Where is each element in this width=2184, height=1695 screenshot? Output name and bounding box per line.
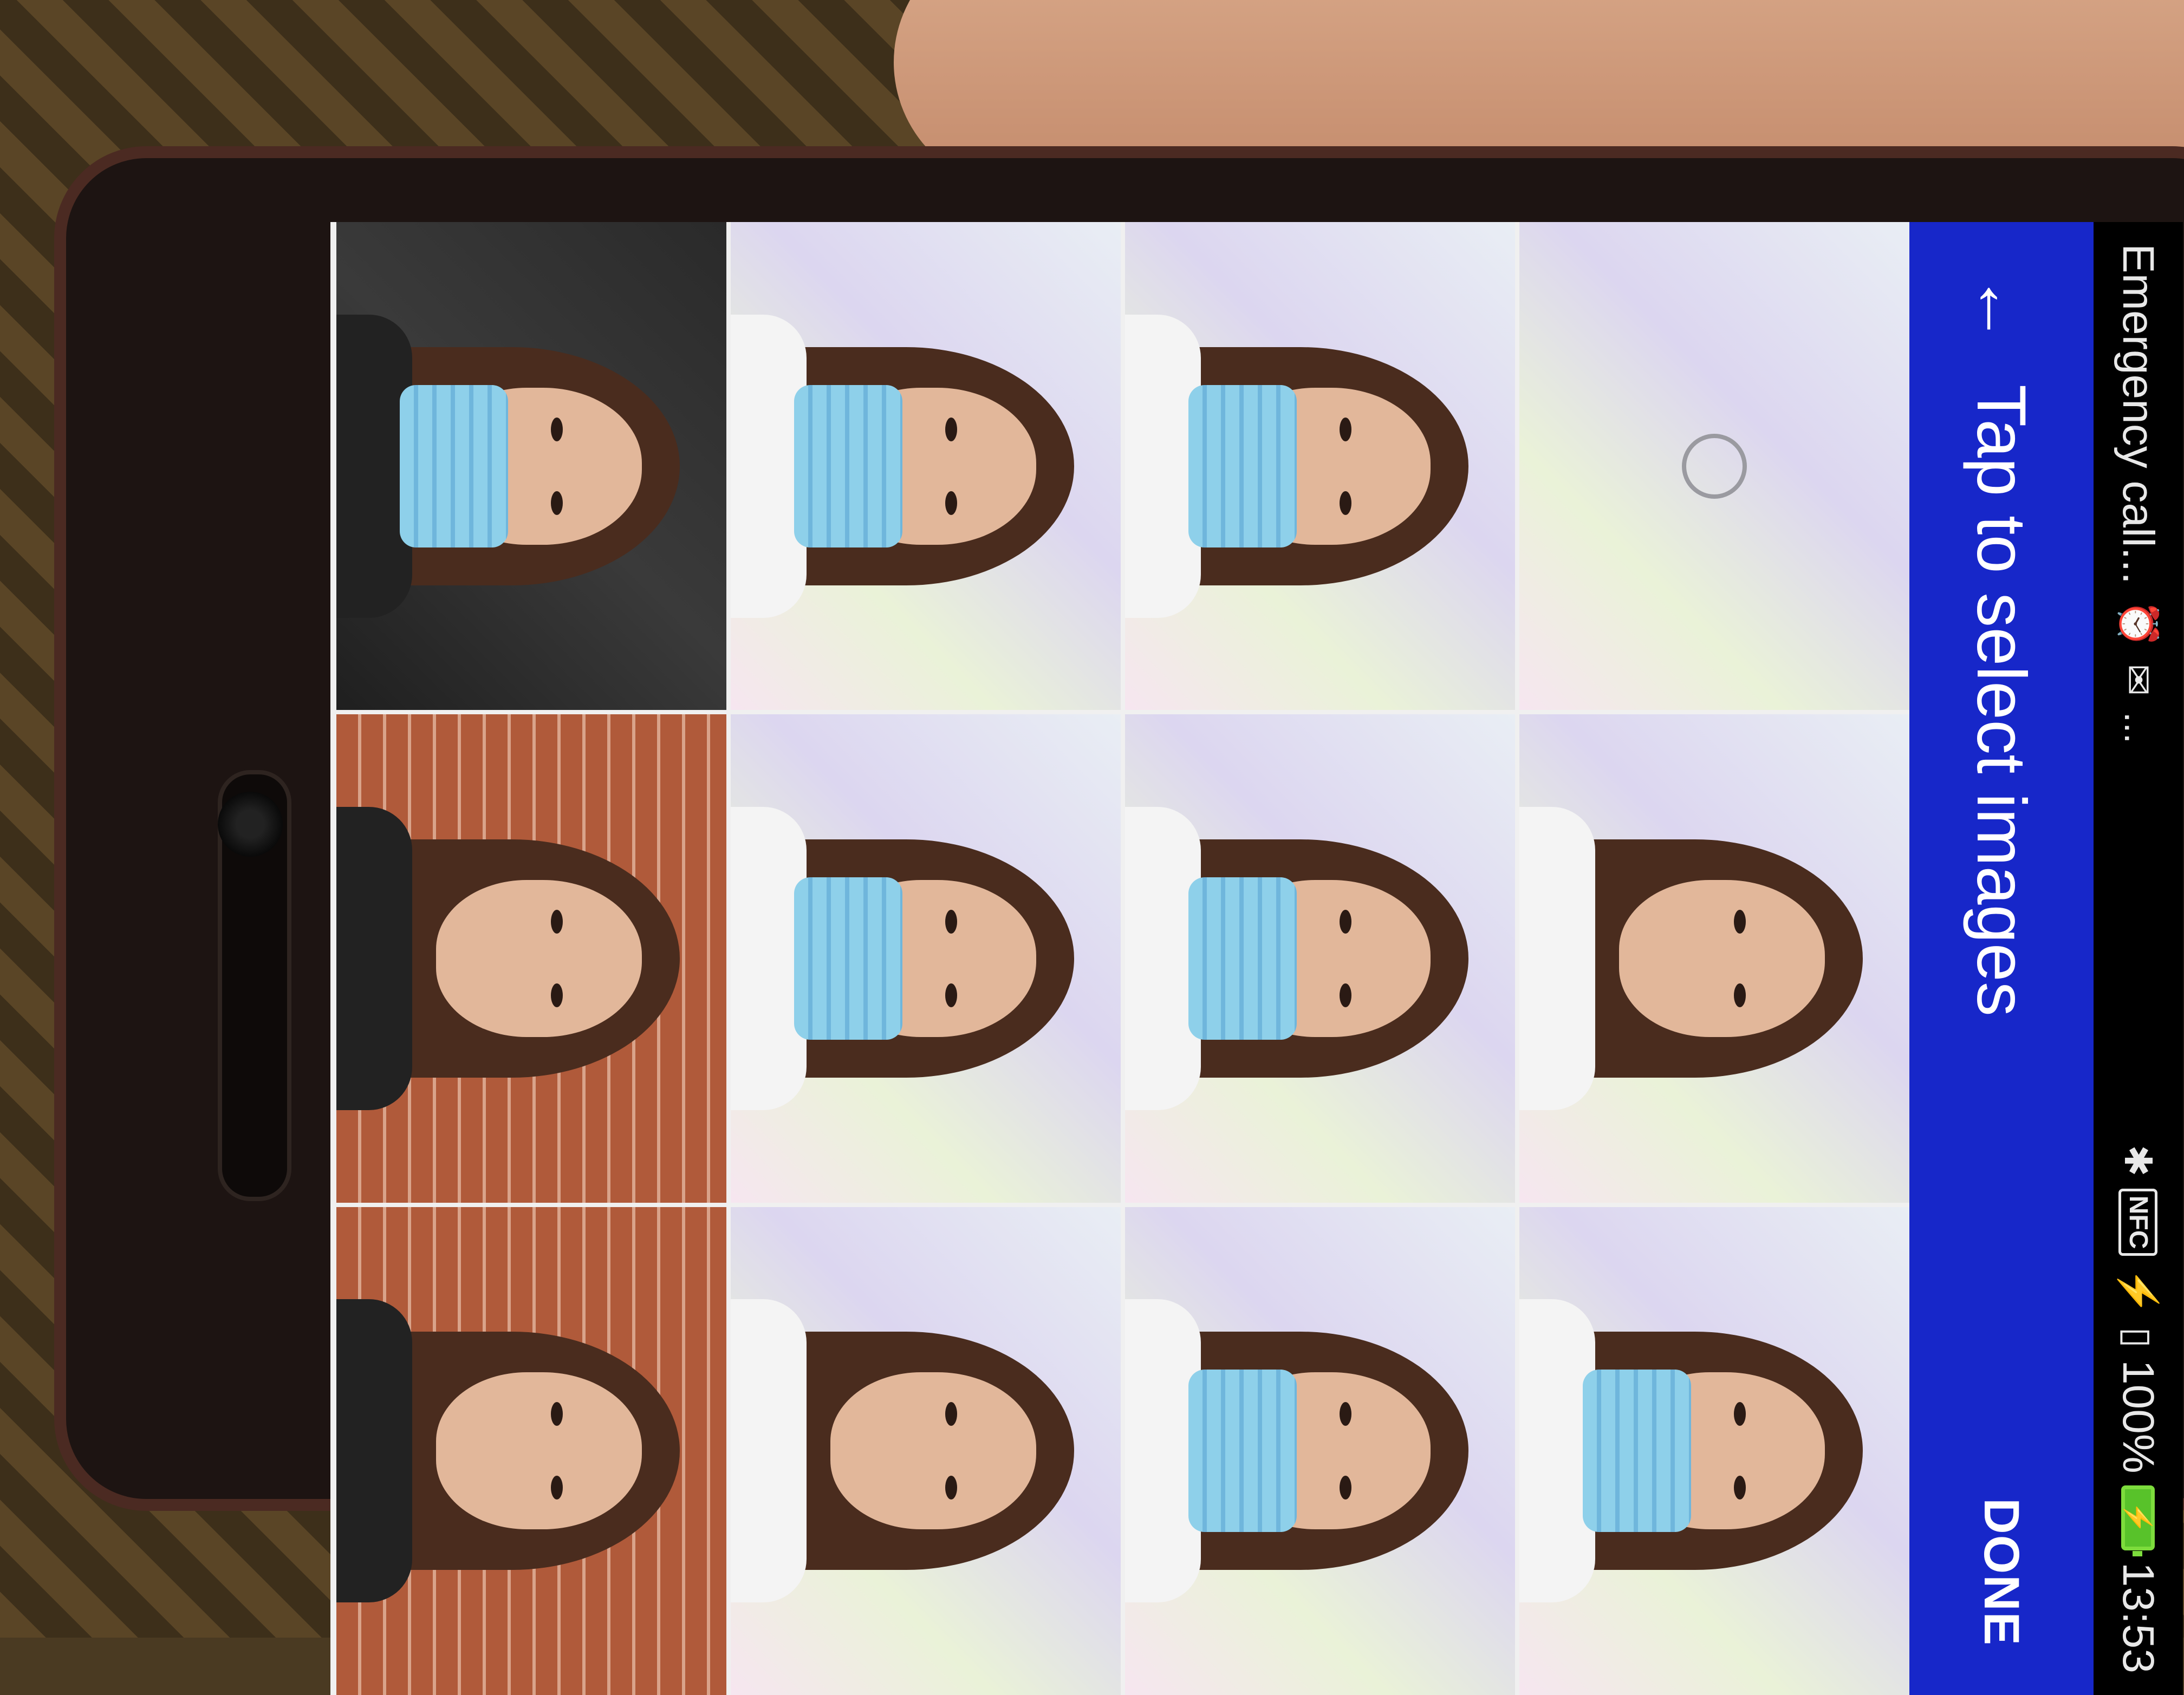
photo-eye <box>945 983 957 1007</box>
photo-face <box>830 1372 1037 1530</box>
photo-eye <box>1733 1402 1746 1426</box>
photo-face-mask <box>794 384 902 547</box>
camera-lens-icon <box>1682 433 1747 499</box>
status-bar-right: ✱ NFC ⚡ ▯ 100% ⚡ 13:53 <box>2113 1145 2164 1673</box>
photo-eye <box>550 491 563 515</box>
image-grid <box>330 222 1909 1695</box>
image-thumbnail[interactable] <box>336 714 726 1203</box>
app-bar: ← Tap to select images DONE <box>1909 222 2094 1695</box>
photo-eye <box>550 1476 563 1500</box>
photo-eye <box>945 1402 957 1426</box>
photo-face-mask <box>794 877 902 1040</box>
done-button[interactable]: DONE <box>1957 1482 2046 1663</box>
front-camera <box>218 792 283 857</box>
photo-eye <box>945 417 957 441</box>
photo-eye <box>1733 909 1746 934</box>
photo-eye <box>1339 491 1351 515</box>
bluetooth-icon: ✱ <box>2117 1145 2160 1177</box>
photo-face-mask <box>1188 384 1297 547</box>
photo-shirt <box>1519 806 1595 1110</box>
carrier-text: Emergency call... <box>2114 244 2163 584</box>
gmail-icon: ✉ <box>2117 664 2160 696</box>
sim-icon: ▯ <box>2117 1327 2160 1348</box>
photo-eye <box>550 417 563 441</box>
image-thumbnail[interactable] <box>1519 714 1909 1203</box>
photo-eye <box>945 491 957 515</box>
image-thumbnail[interactable] <box>731 714 1121 1203</box>
image-thumbnail[interactable] <box>1125 222 1515 710</box>
photo-eye <box>550 909 563 934</box>
photo-eye <box>1339 983 1351 1007</box>
status-bar: Emergency call... ⏰ ✉ ... ✱ NFC ⚡ ▯ 100%… <box>2094 222 2183 1695</box>
image-thumbnail[interactable] <box>1125 714 1515 1203</box>
photo-eye <box>945 909 957 934</box>
image-thumbnail[interactable] <box>336 1207 726 1695</box>
arrow-left-icon: ← <box>1962 273 2041 344</box>
photo-eye <box>550 1402 563 1426</box>
photo-face <box>436 879 642 1037</box>
photo-shirt <box>731 1299 807 1603</box>
photo-eye <box>1733 1476 1746 1500</box>
photo-face-mask <box>1582 1370 1691 1533</box>
photo-face <box>436 1372 642 1530</box>
photo-eye <box>1339 1402 1351 1426</box>
photo-face-mask <box>1188 877 1297 1040</box>
vibrate-off-icon: ⚡ <box>2117 1268 2160 1315</box>
photo-eye <box>945 1476 957 1500</box>
battery-percent: 100% <box>2114 1360 2163 1474</box>
back-button[interactable]: ← <box>1947 255 2056 363</box>
battery-icon: ⚡ <box>2121 1485 2155 1550</box>
clock: 13:53 <box>2114 1562 2163 1673</box>
photo-eye <box>1339 417 1351 441</box>
photo-shirt <box>336 806 412 1110</box>
phone-screen: Emergency call... ⏰ ✉ ... ✱ NFC ⚡ ▯ 100%… <box>330 222 2183 1695</box>
page-title: Tap to select images <box>1962 384 2040 1016</box>
image-thumbnail[interactable] <box>1519 1207 1909 1695</box>
photo-face-mask <box>399 384 508 547</box>
photo-face <box>1619 879 1825 1037</box>
alarm-icon: ⏰ <box>2117 600 2160 648</box>
image-thumbnail[interactable] <box>731 1207 1121 1695</box>
photo-eye <box>1339 1476 1351 1500</box>
status-bar-left: Emergency call... ⏰ ✉ ... <box>2113 244 2164 1145</box>
photo-face-mask <box>1188 1370 1297 1533</box>
image-thumbnail[interactable] <box>1125 1207 1515 1695</box>
image-thumbnail[interactable] <box>336 222 726 710</box>
image-thumbnail[interactable] <box>1519 222 1909 710</box>
photo-eye <box>1733 983 1746 1007</box>
image-thumbnail[interactable] <box>731 222 1121 710</box>
photo-shirt <box>336 1299 412 1603</box>
photo-eye <box>1339 909 1351 934</box>
nfc-icon: NFC <box>2118 1188 2158 1256</box>
more-notifications-icon: ... <box>2117 712 2160 744</box>
photo-eye <box>550 983 563 1007</box>
